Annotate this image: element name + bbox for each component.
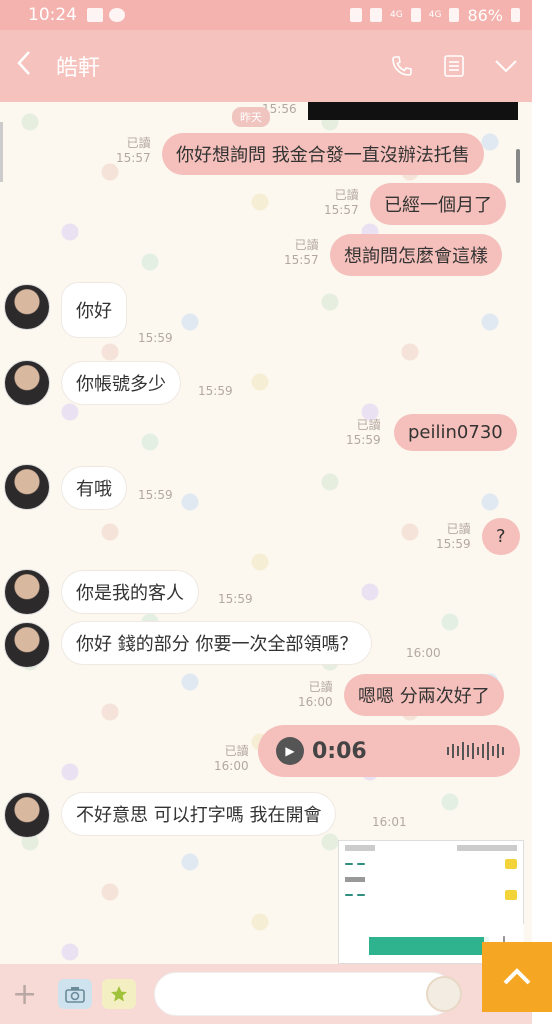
redacted-block xyxy=(308,102,518,120)
outgoing-message[interactable]: ? xyxy=(482,518,520,555)
message-meta: 已讀 16:00 xyxy=(298,680,333,709)
signal-icon xyxy=(410,8,421,22)
gallery-icon xyxy=(87,8,103,22)
camera-icon[interactable] xyxy=(58,979,92,1009)
outgoing-message[interactable]: peilin0730 xyxy=(394,414,517,451)
voice-duration: 0:06 xyxy=(312,738,367,764)
incoming-message[interactable]: 有哦 xyxy=(62,467,126,509)
play-icon[interactable]: ▶ xyxy=(276,737,304,765)
outgoing-message[interactable]: 嗯嗯 分兩次好了 xyxy=(344,674,504,716)
battery-icon xyxy=(511,8,520,22)
back-icon[interactable] xyxy=(16,50,46,83)
phone-icon[interactable] xyxy=(390,54,414,78)
outgoing-message[interactable]: 已經一個月了 xyxy=(370,183,506,225)
message-time: 15:59 xyxy=(218,592,253,606)
message-input[interactable] xyxy=(154,972,454,1016)
avatar[interactable] xyxy=(4,464,50,510)
battery-level: 86% xyxy=(467,5,503,25)
message-meta: 已讀 15:57 xyxy=(324,188,359,217)
signal-icon xyxy=(449,8,460,22)
incoming-message[interactable]: 你好 xyxy=(62,283,126,337)
photo-icon[interactable] xyxy=(102,979,136,1009)
incoming-message[interactable]: 你好 錢的部分 你要一次全部領嗎？ xyxy=(62,622,372,664)
page-edge xyxy=(532,0,552,1024)
incoming-message[interactable]: 你是我的客人 xyxy=(62,571,198,613)
alarm-icon xyxy=(350,8,363,22)
message-time: 15:59 xyxy=(138,488,173,502)
status-time: 10:24 xyxy=(28,5,77,25)
message-meta: 已讀 15:57 xyxy=(284,238,319,267)
outgoing-message[interactable]: 你好想詢問 我金合發一直沒辦法托售 xyxy=(162,133,484,175)
date-label: 昨天 xyxy=(232,107,270,127)
plus-icon[interactable]: + xyxy=(12,977,48,1012)
waveform-icon xyxy=(447,742,504,760)
message-time: 15:59 xyxy=(198,384,233,398)
incoming-message[interactable]: 你帳號多少 xyxy=(62,362,180,404)
message-meta: 已讀 15:59 xyxy=(346,418,381,447)
lion-sticker-icon[interactable] xyxy=(426,976,462,1012)
outgoing-message[interactable]: 想詢問怎麼會這樣 xyxy=(330,234,502,276)
status-bar: 10:24 4G 4G 86% xyxy=(0,0,532,30)
voice-message[interactable]: ▶ 0:06 xyxy=(258,725,520,777)
chat-area[interactable]: 15:56 昨天 已讀 15:57 你好想詢問 我金合發一直沒辦法托售 已讀 1… xyxy=(0,102,532,964)
avatar[interactable] xyxy=(4,792,50,838)
mute-icon xyxy=(370,8,383,22)
message-time: 15:59 xyxy=(138,331,173,345)
message-time: 16:00 xyxy=(406,646,441,660)
message-meta: 已讀 15:57 xyxy=(116,136,151,165)
avatar[interactable] xyxy=(4,622,50,668)
chevron-down-icon[interactable] xyxy=(494,54,518,78)
avatar[interactable] xyxy=(4,569,50,615)
avatar[interactable] xyxy=(4,360,50,406)
message-time: 16:01 xyxy=(372,815,407,829)
signal-label-1: 4G xyxy=(390,10,403,20)
scroll-edge xyxy=(0,122,3,182)
avatar[interactable] xyxy=(4,284,50,330)
scroll-to-top-button[interactable] xyxy=(482,942,552,1012)
chat-icon xyxy=(109,8,125,22)
incoming-message[interactable]: 不好意思 可以打字嗎 我在開會 xyxy=(62,793,336,835)
signal-label-2: 4G xyxy=(428,10,442,20)
message-meta: 已讀 16:00 xyxy=(214,744,249,773)
chat-title: 皓軒 xyxy=(56,56,101,81)
chat-header: 皓軒 xyxy=(0,30,532,102)
chevron-up-icon xyxy=(503,968,531,985)
message-meta: 已讀 15:59 xyxy=(436,522,471,551)
scroll-indicator[interactable] xyxy=(516,149,520,183)
notes-icon[interactable] xyxy=(442,54,466,78)
